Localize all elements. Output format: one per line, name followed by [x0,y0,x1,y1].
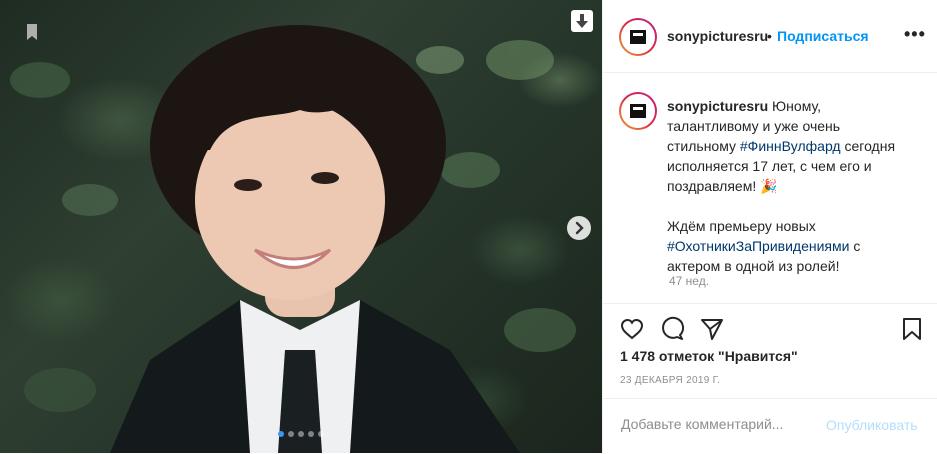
publish-button[interactable]: Опубликовать [826,417,918,433]
caption-avatar[interactable] [619,92,657,130]
post-caption: sonypicturesru Юному, талантливому и уже… [667,98,896,274]
caption-time: 47 нед. [669,274,710,288]
post-header: sonypicturesru • Подписаться ••• [603,0,937,73]
follow-button[interactable]: Подписаться [777,28,869,44]
eye-left [234,179,262,191]
tie [278,350,322,453]
carousel-dot[interactable] [298,431,304,437]
sony-pictures-logo [630,30,646,44]
like-icon[interactable] [619,316,645,342]
separator-dot: • [767,28,772,44]
portrait-illustration [10,25,576,453]
carousel-dot[interactable] [318,431,324,437]
username-link[interactable]: sonypicturesru [667,28,768,44]
carousel-dots [278,431,324,437]
download-icon[interactable] [571,10,593,32]
post-date: 23 ДЕКАБРЯ 2019 Г. [620,375,721,386]
more-icon[interactable]: ••• [904,24,926,45]
caption-username[interactable]: sonypicturesru [667,98,768,114]
comment-box: Опубликовать [603,398,937,454]
carousel-dot[interactable] [288,431,294,437]
comment-icon[interactable] [659,316,685,342]
save-icon[interactable] [899,316,925,342]
likes-count[interactable]: 1 478 отметок "Нравится" [620,348,798,364]
carousel-dot[interactable] [278,431,284,437]
comment-input[interactable] [619,415,803,433]
hashtag-link[interactable]: #ОхотникиЗаПривидениями [667,238,849,254]
instagram-post-window: sonypicturesru • Подписаться ••• sonypic… [0,0,937,453]
share-icon[interactable] [699,316,725,342]
sony-pictures-logo [630,104,646,118]
post-sidebar: sonypicturesru • Подписаться ••• sonypic… [602,0,937,453]
next-arrow-icon[interactable] [567,216,591,240]
hashtag-link[interactable]: #ФиннВулфард [740,138,841,154]
avatar[interactable] [619,18,657,56]
post-photo[interactable] [0,0,602,453]
action-bar [603,303,937,354]
bookmark-icon[interactable] [22,22,42,42]
carousel-dot[interactable] [308,431,314,437]
eye-right [311,172,339,184]
